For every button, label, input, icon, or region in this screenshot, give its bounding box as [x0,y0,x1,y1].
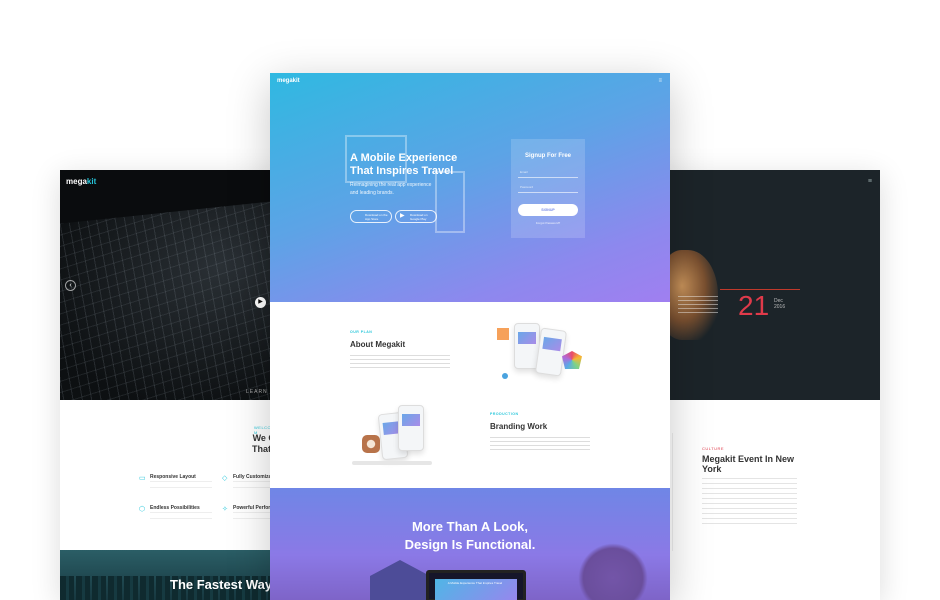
email-field[interactable]: Email [518,169,578,178]
event-title[interactable]: Megakit Event In New York [702,454,812,474]
hero-text-lines [678,296,718,314]
house-image [370,560,430,600]
signup-button[interactable]: SIGNUP [518,204,578,216]
center-logo[interactable]: megakit [277,78,300,84]
hero-subtitle: Reimagining the real app experience and … [350,181,450,197]
phone-image [534,327,568,377]
center-hero: megakit ≡ A Mobile Experience That Inspi… [270,73,670,302]
decor-dot [502,373,508,379]
decor-gem [562,351,582,369]
laptop-image [426,570,526,600]
google-play-button[interactable]: ▶ Download on Google Play [395,210,437,223]
building-grid-image [60,194,290,400]
app-icon-image [362,435,380,453]
signup-title: Signup For Free [524,153,571,159]
slider-prev-icon[interactable]: ‹ [65,280,76,291]
hero-title-line2: That Inspires Travel [350,165,454,177]
event-paragraph [702,478,797,526]
left-bottom-title: The Fastest Way [170,577,273,592]
performance-icon: ✧ [222,506,228,513]
customizable-icon: ◇ [222,475,228,482]
about-paragraph [350,355,450,369]
about-title: About Megakit [350,340,406,349]
bottom-headline: More Than A Look, Design Is Functional. [270,518,670,554]
event-day: 21 [738,290,770,321]
forgot-password-link[interactable]: Forgot Password? [511,221,585,225]
branding-paragraph [490,437,590,451]
app-store-label: App Store [365,217,379,221]
showcase-stage: megakit A Mobile Ex That Inspire ‹ ▶ LEA… [0,0,940,600]
hero-title-line1: A Mobile Experience [350,152,458,164]
branding-eyebrow: PRODUCTION [490,412,519,416]
feature-title: Endless Possibilities [150,505,200,511]
about-eyebrow: OUR PLAN [350,330,373,334]
menu-icon[interactable]: ≡ [658,78,662,84]
google-play-label: Google Play [410,217,427,221]
divider [672,433,673,551]
event-month-year: Dec 2016 [774,298,785,310]
bottom-headline-line2: Design Is Functional. [404,537,536,552]
menu-icon[interactable]: ≡ [868,178,872,185]
hero-subtitle-line1: Reimagining the real app experience [350,182,432,188]
laptop-screen-text: A Mobile Experience That Inspires Travel [447,581,503,585]
left-template-preview: megakit A Mobile Ex That Inspire ‹ ▶ LEA… [60,170,290,600]
feature-description [150,512,212,519]
left-hero: megakit A Mobile Ex That Inspire ‹ ▶ LEA… [60,170,290,400]
signup-form: Signup For Free Email Password SIGNUP Fo… [511,139,585,238]
bottom-headline-line1: More Than A Look, [411,519,529,534]
hero-subtitle-line2: and leading brands. [350,190,394,196]
center-bottom-banner: More Than A Look, Design Is Functional. … [270,488,670,600]
google-play-icon: ▶ [400,213,405,219]
device-base [352,461,432,465]
left-bottom-banner: The Fastest Way [60,550,290,600]
phone-image [398,405,424,451]
feature-title: Responsive Layout [150,474,196,480]
event-year: 2016 [774,304,786,310]
feature-description [150,481,212,488]
center-template-preview: megakit ≡ A Mobile Experience That Inspi… [270,73,670,600]
right-template-preview: ≡ 21 Dec 2016 CULTURE Megakit Event In N… [650,170,880,600]
decor-cube [497,328,509,340]
branding-title: Branding Work [490,422,548,431]
right-hero: ≡ 21 Dec 2016 [650,170,880,400]
play-icon[interactable]: ▶ [255,297,266,308]
hero-title: A Mobile Experience That Inspires Travel [350,152,490,178]
password-field[interactable]: Password [518,184,578,193]
possibilities-icon: ⬡ [139,506,146,513]
responsive-icon: ▭ [139,475,146,482]
left-logo[interactable]: megakit [66,177,96,186]
event-tag: CULTURE [702,446,725,451]
app-store-button[interactable]: Download on the App Store [350,210,392,223]
